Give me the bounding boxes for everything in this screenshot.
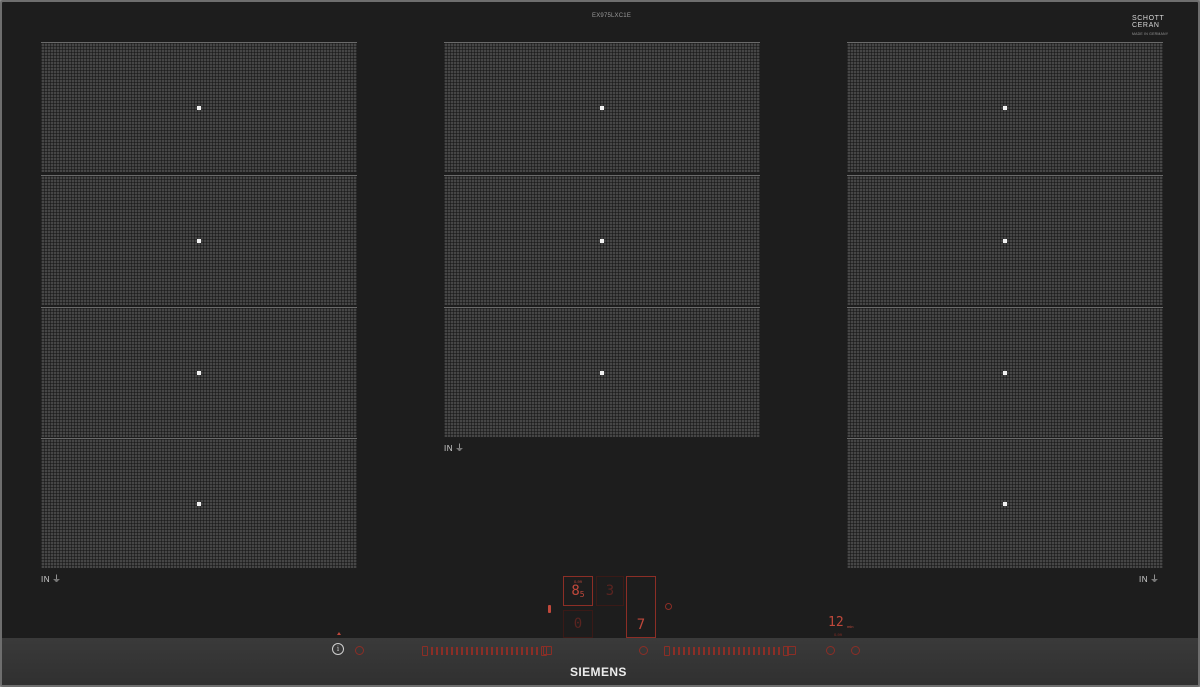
zone-select-value: 7 [636,617,646,633]
induction-label: IN [1139,575,1148,584]
induction-coil-icon: ⏚ [52,574,62,584]
power-level-sub: 5 [579,589,585,599]
power-level-display: 85 [563,576,593,606]
cooking-zone-left-3[interactable] [41,307,357,437]
zone-label-left: IN ⏚ [41,572,62,585]
slider-min-icon [422,645,428,656]
zone-center-marker [197,238,201,243]
lower-left-display: 0 [563,610,593,638]
zone-center-marker [197,370,201,375]
boost-button-right[interactable] [787,646,796,655]
power-level-value: 8 [571,583,580,599]
cooking-zone-left-4[interactable] [41,438,357,568]
logo-line1: SCHOTT [1132,15,1165,22]
zone-center-marker [1003,238,1007,243]
zone-toggle-button[interactable] [639,646,648,655]
power-slider-left[interactable] [422,645,547,656]
logo-sub: MADE IN GERMANY [1132,32,1169,36]
info-caret-icon [337,632,341,635]
induction-coil-icon: ⏚ [455,443,465,453]
cooking-zone-left-1[interactable] [41,42,357,172]
slider-min-icon [664,645,670,656]
lock-indicator [548,605,551,613]
info-button[interactable]: i [332,643,344,655]
induction-coil-icon: ⏚ [1150,574,1160,584]
zone-select-display[interactable]: 7 [626,576,656,638]
zone-label-center: IN ⏚ [444,441,465,454]
induction-label: IN [444,444,453,453]
timer-display: 12 [828,615,844,630]
cooking-zone-center-3[interactable] [444,307,760,437]
zone-center-marker [197,105,201,110]
model-code: EX975LXC1E [592,13,632,19]
zone-center-marker [600,370,604,375]
cooking-zone-center-1[interactable] [444,42,760,172]
cooking-zone-left-2[interactable] [41,175,357,305]
cooking-zone-right-2[interactable] [847,175,1163,305]
cooking-zone-right-3[interactable] [847,307,1163,437]
zone-center-marker [197,501,201,506]
lower-left-display-value: 0 [573,616,583,632]
cooking-zone-right-4[interactable] [847,438,1163,568]
cooking-zone-center-2[interactable] [444,175,760,305]
zone-center-marker [1003,370,1007,375]
cooktop-panel: EX975LXC1E SCHOTT CERAN MADE IN GERMANY … [0,0,1200,687]
secondary-display-value: 3 [605,583,615,599]
power-on-button[interactable] [355,646,364,655]
zone-center-marker [600,238,604,243]
zone-center-marker [1003,501,1007,506]
cooking-zone-right-1[interactable] [847,42,1163,172]
timer-unit: min [847,624,854,629]
logo-line2: CERAN [1132,22,1160,29]
clock-button[interactable] [851,646,860,655]
boost-indicator[interactable] [665,603,672,610]
zone-center-marker [1003,105,1007,110]
zone-center-marker [600,105,604,110]
induction-label: IN [41,575,50,584]
timer-range: 0-99 [834,632,843,637]
schott-ceran-logo: SCHOTT CERAN MADE IN GERMANY [1132,15,1172,38]
siemens-logo: SIEMENS [570,665,627,679]
timer-button[interactable] [826,646,835,655]
secondary-display: 3 [596,576,624,606]
power-slider-right[interactable] [664,645,789,656]
boost-button-left[interactable] [543,646,552,655]
zone-label-right: IN ⏚ [1139,572,1160,585]
